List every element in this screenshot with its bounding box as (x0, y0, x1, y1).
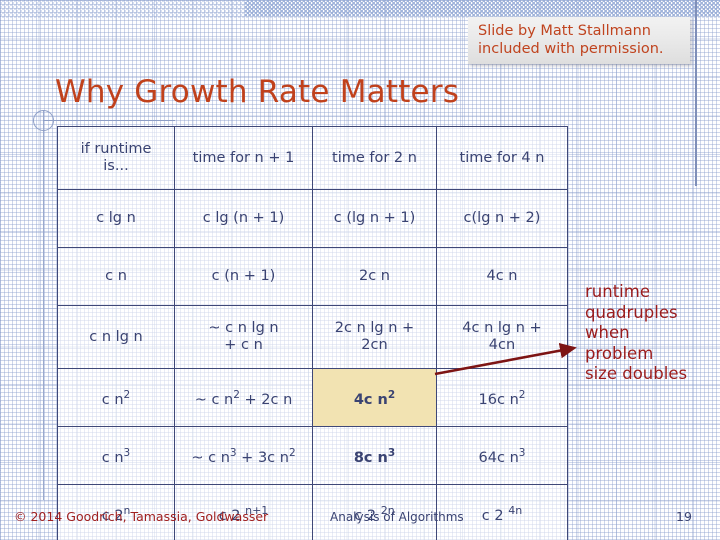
credit-line-1: Slide by Matt Stallmann (478, 23, 651, 39)
cell-r4-runtime-base: c n (101, 391, 124, 408)
decorative-circle-icon (33, 110, 54, 131)
cell-r3-n-plus-1-line1: ~ c n lg n (208, 320, 279, 336)
table-header-row: if runtime is... time for n + 1 time for… (57, 126, 568, 190)
cell-r4-2n-base: 4c n (353, 391, 388, 408)
header-runtime-line2: is... (103, 158, 129, 174)
cell-r4-2n-sup: 2 (387, 388, 396, 401)
header-cell-2n: time for 2 n (312, 126, 437, 190)
growth-rate-table: if runtime is... time for n + 1 time for… (57, 126, 568, 540)
cell-r4-n-plus-1-a: ~ c n (194, 391, 234, 408)
table-row: c n2 ~ c n2 + 2c n 4c n2 16c n2 (57, 368, 568, 427)
cell-r5-n-plus-1-sup2: 2 (288, 446, 296, 459)
cell-r5-2n-sup: 3 (387, 446, 396, 459)
cell-r1-2n: c (lg n + 1) (312, 189, 437, 248)
footer-course-title: Analysis of Algorithms (330, 510, 464, 524)
cell-r2-n-plus-1: c (n + 1) (174, 247, 313, 306)
cell-r3-n-plus-1: ~ c n lg n + c n (174, 305, 313, 369)
annotation-line-2: quadruples (585, 302, 678, 322)
cell-r6-4n-base: c 2 (481, 507, 509, 524)
cell-r3-4n-line1: 4c n lg n + (462, 320, 542, 336)
cell-r5-n-plus-1: ~ c n3 + 3c n2 (174, 426, 313, 485)
cell-r4-4n-sup: 2 (518, 388, 526, 401)
cell-r4-4n-base: 16c n (478, 391, 519, 408)
cell-r4-2n-highlighted: 4c n2 (312, 368, 437, 427)
header-cell-n-plus-1: time for n + 1 (174, 126, 313, 190)
credit-line-2: included with permission. (478, 41, 664, 57)
header-cell-4n: time for 4 n (436, 126, 568, 190)
header-runtime-line1: if runtime (80, 141, 152, 157)
cell-r3-2n-line2: 2cn (361, 337, 388, 353)
annotation-text: runtime quadruples when problem size dou… (585, 282, 717, 385)
annotation-line-5: size doubles (585, 364, 688, 383)
cell-r4-n-plus-1-b: + 2c n (239, 391, 293, 408)
cell-r4-n-plus-1: ~ c n2 + 2c n (174, 368, 313, 427)
footer-copyright: © 2014 Goodrich, Tamassia, Goldwasser (14, 509, 269, 524)
cell-r3-2n: 2c n lg n + 2cn (312, 305, 437, 369)
cell-r5-2n-base: 8c n (353, 449, 388, 466)
slide-credit-box: Slide by Matt Stallmann included with pe… (468, 17, 690, 64)
table-row: c n lg n ~ c n lg n + c n 2c n lg n + 2c… (57, 305, 568, 369)
annotation-line-3: when (585, 323, 630, 342)
cell-r5-runtime-sup: 3 (123, 446, 131, 459)
table-row: c lg n c lg (n + 1) c (lg n + 1) c(lg n … (57, 189, 568, 248)
page-title: Why Growth Rate Matters (55, 74, 460, 110)
decorative-vertical-line (43, 110, 45, 500)
footer-page-number: 19 (676, 509, 692, 524)
cell-r4-n-plus-1-sup: 2 (233, 388, 240, 401)
cell-r3-n-plus-1-line2: + c n (224, 337, 263, 353)
cell-r1-4n: c(lg n + 2) (436, 189, 568, 248)
cell-r1-runtime: c lg n (57, 189, 175, 248)
top-right-checker-band (245, 0, 720, 16)
cell-r3-2n-line1: 2c n lg n + (334, 320, 415, 336)
cell-r5-n-plus-1-a: ~ c n (191, 449, 230, 466)
cell-r2-runtime: c n (57, 247, 175, 306)
cell-r4-4n: 16c n2 (436, 368, 568, 427)
cell-r4-runtime: c n2 (57, 368, 175, 427)
cell-r5-2n: 8c n3 (312, 426, 437, 485)
cell-r5-4n-sup: 3 (518, 446, 526, 459)
right-vertical-rule (695, 0, 697, 186)
cell-r5-runtime-base: c n (101, 449, 124, 466)
slide-canvas: Slide by Matt Stallmann included with pe… (0, 0, 720, 540)
cell-r5-n-plus-1-b: + 3c n (236, 449, 289, 466)
cell-r2-4n: 4c n (436, 247, 568, 306)
cell-r3-runtime: c n lg n (57, 305, 175, 369)
annotation-line-4: problem (585, 343, 654, 363)
table-row: c n c (n + 1) 2c n 4c n (57, 247, 568, 306)
cell-r4-runtime-sup: 2 (123, 388, 131, 401)
cell-r5-4n: 64c n3 (436, 426, 568, 485)
cell-r6-4n-sup: 4n (508, 504, 523, 518)
cell-r5-runtime: c n3 (57, 426, 175, 485)
cell-r5-4n-base: 64c n (478, 449, 519, 466)
annotation-line-1: runtime (585, 282, 650, 301)
cell-r3-4n: 4c n lg n + 4cn (436, 305, 568, 369)
header-cell-runtime: if runtime is... (57, 126, 175, 190)
decorative-horizontal-line (43, 120, 175, 122)
cell-r3-4n-line2: 4cn (488, 337, 516, 353)
cell-r1-n-plus-1: c lg (n + 1) (174, 189, 313, 248)
cell-r5-n-plus-1-sup1: 3 (229, 446, 237, 459)
cell-r2-2n: 2c n (312, 247, 437, 306)
table-row: c n3 ~ c n3 + 3c n2 8c n3 64c n3 (57, 426, 568, 485)
